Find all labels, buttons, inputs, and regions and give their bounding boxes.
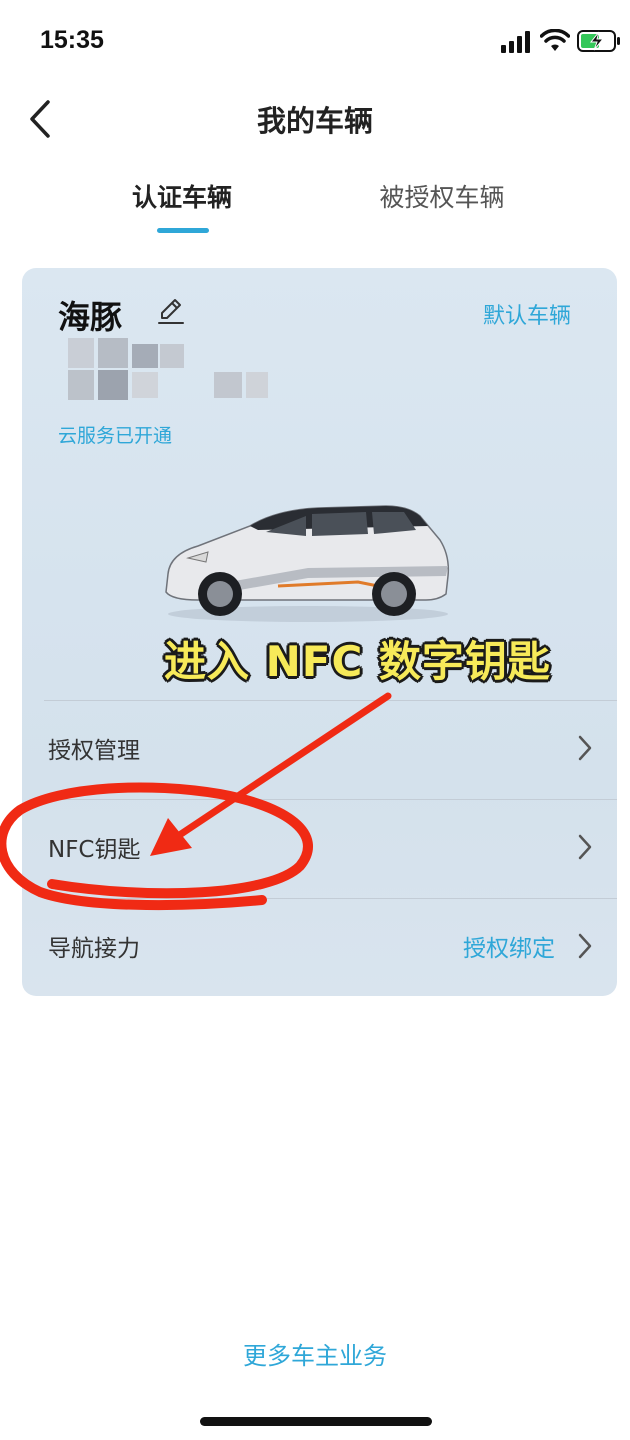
home-indicator	[200, 1417, 432, 1426]
authorize-binding-link[interactable]: 授权绑定	[463, 929, 555, 963]
menu-item-label: 授权管理	[48, 738, 140, 764]
cloud-service-status: 云服务已开通	[58, 425, 173, 447]
menu-item-nfc-key[interactable]: NFC钥匙	[22, 799, 617, 897]
more-owner-services-link[interactable]: 更多车主业务	[0, 1336, 630, 1371]
active-tab-indicator	[157, 228, 209, 233]
tab-certified-vehicles[interactable]: 认证车辆	[82, 178, 282, 214]
chevron-right-icon	[578, 834, 592, 860]
car-image	[165, 505, 450, 622]
vehicle-card: 海豚 默认车辆 云服务已开通 授权管理 NFC钥匙 导航接力 授权绑定 进入 N…	[22, 268, 617, 996]
license-plate-blurred	[68, 338, 298, 408]
chevron-right-icon	[578, 735, 592, 761]
pencil-icon[interactable]	[156, 296, 186, 326]
annotation-caption: 进入 NFC 数字钥匙	[164, 637, 551, 686]
status-time: 15:35	[40, 26, 104, 54]
page-title: 我的车辆	[256, 104, 373, 138]
tab-authorized-vehicles[interactable]: 被授权车辆	[342, 178, 542, 214]
battery-charging-icon	[577, 30, 620, 52]
chevron-right-icon	[578, 933, 592, 959]
vehicle-name: 海豚	[58, 298, 123, 336]
menu-item-label: 导航接力	[48, 936, 140, 962]
wifi-icon	[540, 29, 570, 51]
menu-item-label: NFC钥匙	[48, 837, 141, 863]
menu-item-navigation-relay[interactable]: 导航接力 授权绑定	[22, 898, 617, 996]
signal-icon	[501, 31, 530, 53]
default-vehicle-label[interactable]: 默认车辆	[483, 298, 571, 330]
menu-item-authorization-management[interactable]: 授权管理	[22, 700, 617, 798]
my-vehicles-screen: 15:35 我的车辆 认证车辆 被授权车辆 海豚 默认车辆 云服务已开通 授权管…	[0, 0, 630, 1440]
